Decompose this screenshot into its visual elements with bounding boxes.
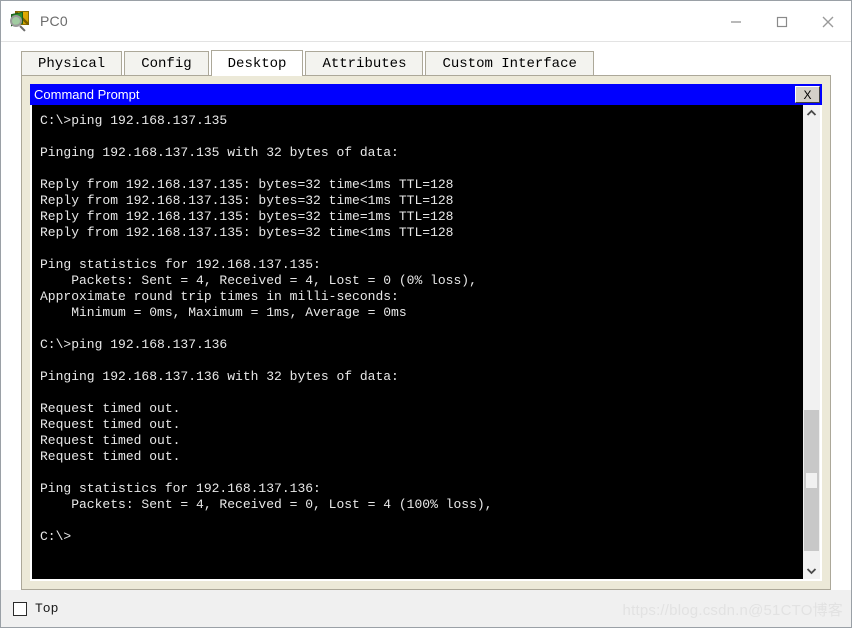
top-checkbox-label: Top [35, 601, 59, 616]
console-line: Pinging 192.168.137.136 with 32 bytes of… [40, 369, 399, 384]
tabstrip-container: Physical Config Desktop Attributes Custo… [1, 42, 851, 76]
console-line: Reply from 192.168.137.135: bytes=32 tim… [40, 193, 454, 208]
console-line: Reply from 192.168.137.135: bytes=32 tim… [40, 177, 454, 192]
command-prompt-titlebar: Command Prompt X [30, 84, 822, 105]
tab-physical[interactable]: Physical [21, 51, 123, 75]
console-line: Packets: Sent = 4, Received = 0, Lost = … [40, 497, 493, 512]
console-line: C:\>ping 192.168.137.135 [40, 113, 228, 128]
console-line: Approximate round trip times in milli-se… [40, 289, 399, 304]
command-prompt-window: Command Prompt X C:\>ping 192.168.137.13… [30, 84, 822, 581]
watermark-text: https://blog.csdn.n@51CTO博客 [622, 602, 843, 619]
chevron-up-icon[interactable] [803, 105, 820, 122]
console-line: C:\> [40, 529, 72, 544]
console-line: C:\>ping 192.168.137.136 [40, 337, 228, 352]
top-checkbox-row[interactable]: Top [13, 601, 58, 616]
console-line: Pinging 192.168.137.135 with 32 bytes of… [40, 145, 399, 160]
window-title: PC0 [40, 13, 68, 29]
scrollbar-track[interactable] [803, 122, 820, 562]
desktop-panel: Command Prompt X C:\>ping 192.168.137.13… [21, 75, 831, 590]
tab-desktop[interactable]: Desktop [210, 50, 304, 76]
close-icon[interactable] [805, 1, 851, 42]
scrollbar-grip [806, 473, 817, 489]
console-line: Ping statistics for 192.168.137.136: [40, 481, 321, 496]
top-checkbox[interactable] [13, 601, 27, 616]
console-line: Request timed out. [40, 417, 181, 432]
tab-custom-interface[interactable]: Custom Interface [425, 51, 594, 75]
command-prompt-close-button[interactable]: X [795, 86, 820, 103]
console-line: Reply from 192.168.137.135: bytes=32 tim… [40, 209, 454, 224]
application-window: PC0 Physical Config Desktop Attributes C… [0, 0, 852, 628]
console-line: Reply from 192.168.137.135: bytes=32 tim… [40, 225, 454, 240]
console-line: Request timed out. [40, 433, 181, 448]
console-line: Packets: Sent = 4, Received = 4, Lost = … [40, 273, 477, 288]
command-prompt-title: Command Prompt [34, 87, 140, 102]
console-line: Request timed out. [40, 449, 181, 464]
tab-attributes[interactable]: Attributes [305, 51, 424, 75]
window-titlebar: PC0 [1, 1, 851, 42]
tab-config[interactable]: Config [124, 51, 209, 75]
tabstrip: Physical Config Desktop Attributes Custo… [21, 50, 851, 76]
console-scrollbar[interactable] [803, 105, 820, 579]
bottom-bar: Top https://blog.csdn.n@51CTO博客 [1, 590, 851, 627]
console-output[interactable]: C:\>ping 192.168.137.135 Pinging 192.168… [32, 105, 803, 579]
console-line: Request timed out. [40, 401, 181, 416]
scrollbar-thumb[interactable] [804, 410, 819, 551]
maximize-icon[interactable] [759, 1, 805, 42]
packet-tracer-device-icon [10, 10, 32, 32]
minimize-icon[interactable] [713, 1, 759, 42]
command-prompt-body: C:\>ping 192.168.137.135 Pinging 192.168… [30, 105, 822, 581]
window-controls [713, 1, 851, 42]
console-line: Minimum = 0ms, Maximum = 1ms, Average = … [40, 305, 407, 320]
console-line: Ping statistics for 192.168.137.135: [40, 257, 321, 272]
chevron-down-icon[interactable] [803, 562, 820, 579]
